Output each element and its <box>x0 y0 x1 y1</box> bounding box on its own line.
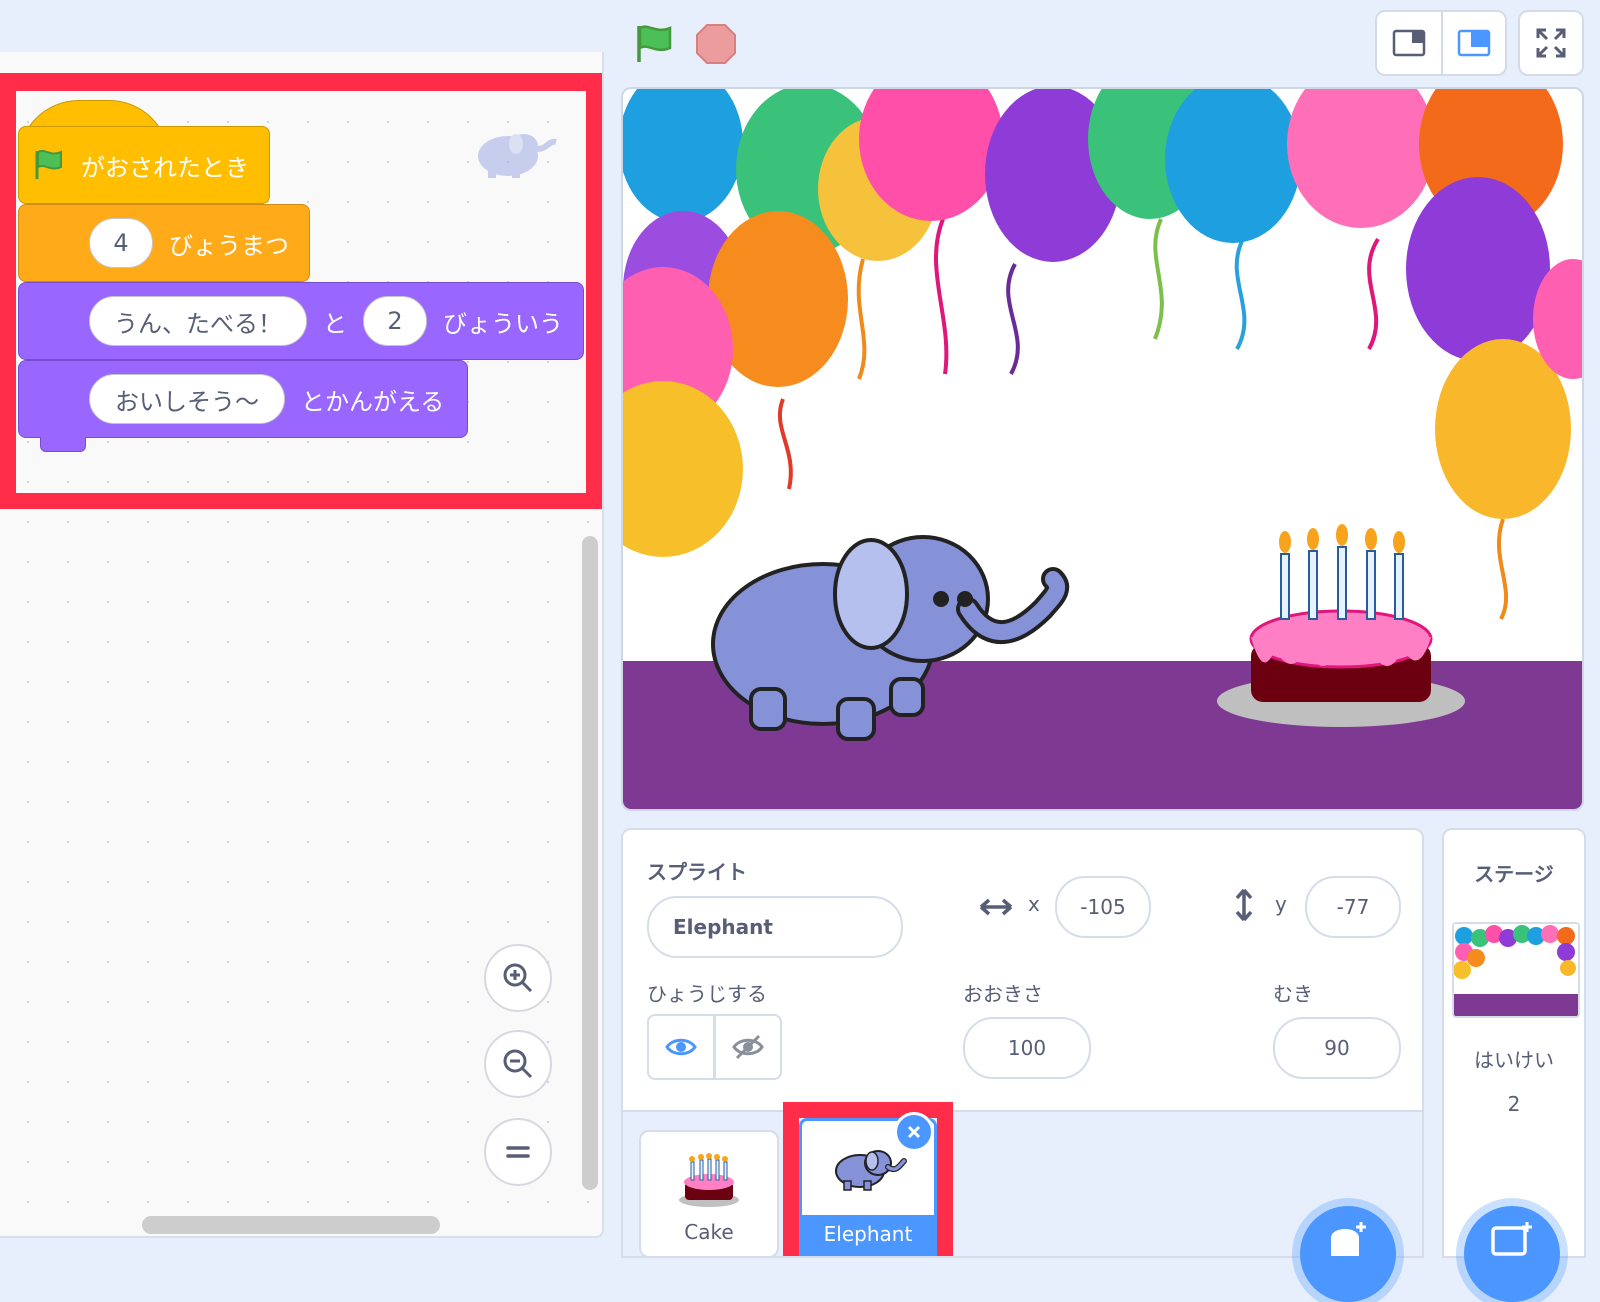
size-field[interactable]: 100 <box>963 1017 1091 1079</box>
y-position-field[interactable]: -77 <box>1305 876 1401 938</box>
hide-button[interactable] <box>714 1014 782 1080</box>
eye-icon <box>665 1038 697 1056</box>
cake-thumbnail-icon <box>679 1153 739 1207</box>
vertical-arrows-icon <box>1235 888 1253 922</box>
stage-panel-title: ステージ <box>1474 862 1554 886</box>
stop-icon[interactable] <box>694 22 738 66</box>
add-backdrop-button[interactable] <box>1464 1206 1560 1302</box>
normal-stage-icon <box>1457 29 1491 57</box>
small-stage-icon <box>1392 29 1426 57</box>
sprite-title: スプライト <box>647 860 747 884</box>
sprite-tile-name: Elephant <box>802 1215 934 1253</box>
size-label: おおきさ <box>963 982 1043 1006</box>
backdrops-label: はいけい <box>1474 1048 1554 1072</box>
add-sprite-icon <box>1331 1222 1366 1256</box>
fullscreen-button[interactable] <box>1518 10 1584 76</box>
vertical-scrollbar[interactable] <box>582 536 598 1190</box>
zoom-in-button[interactable] <box>484 944 552 1012</box>
sprite-tile-cake[interactable]: Cake <box>639 1130 779 1256</box>
direction-label: むき <box>1273 982 1313 1006</box>
horizontal-arrows-icon <box>979 898 1013 916</box>
stage-backdrop <box>623 89 1582 809</box>
normal-stage-button[interactable] <box>1441 10 1507 76</box>
direction-field[interactable]: 90 <box>1273 1017 1401 1079</box>
zoom-in-icon <box>503 963 533 993</box>
add-sprite-button[interactable] <box>1300 1206 1396 1302</box>
x-label: x <box>1028 892 1040 916</box>
close-icon <box>907 1125 921 1139</box>
x-position-field[interactable]: -105 <box>1055 876 1151 938</box>
stage[interactable] <box>621 87 1584 811</box>
horizontal-scrollbar[interactable] <box>142 1216 440 1234</box>
sprite-name-field[interactable]: Elephant <box>647 896 903 958</box>
backdrops-count: 2 <box>1507 1092 1521 1116</box>
show-button[interactable] <box>647 1014 715 1080</box>
zoom-out-button[interactable] <box>484 1030 552 1098</box>
delete-sprite-button[interactable] <box>894 1112 934 1152</box>
sprite-info-panel: スプライト Elephant x -105 y -77 ひょうじする おおきさ … <box>621 828 1424 1258</box>
zoom-reset-button[interactable] <box>484 1118 552 1186</box>
stage-selector-panel[interactable]: ステージ はいけい 2 <box>1442 828 1586 1258</box>
y-label: y <box>1275 892 1287 916</box>
add-backdrop-icon <box>1491 1222 1532 1256</box>
zoom-out-icon <box>503 1049 533 1079</box>
zoom-reset-icon <box>506 1146 530 1158</box>
eye-slash-icon <box>732 1034 764 1060</box>
show-label: ひょうじする <box>647 982 767 1006</box>
sprite-tile-name: Cake <box>684 1220 734 1244</box>
stage-thumbnail-icon <box>1452 922 1580 1018</box>
green-flag-icon[interactable] <box>632 22 676 66</box>
code-highlight-box <box>0 73 602 509</box>
small-stage-button[interactable] <box>1375 10 1443 76</box>
fullscreen-icon <box>1536 28 1566 58</box>
